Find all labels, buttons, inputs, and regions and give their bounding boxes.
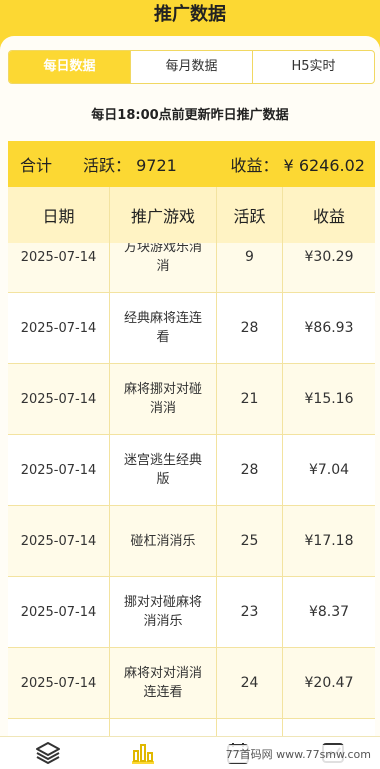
cell-game: 挪对对碰麻将 消消乐 (110, 577, 217, 647)
tab-monthly[interactable]: 每月数据 (131, 51, 253, 83)
table-row: 2025-07-14 迷宫逃生经典 版 28 ¥7.04 (8, 435, 375, 506)
cell-game: 碰杠消消乐 (110, 506, 217, 576)
cell-active: 28 (217, 435, 283, 505)
cell-date: 2025-07-14 (8, 577, 110, 647)
cell-revenue: ¥12.72 (283, 719, 375, 736)
table-row: 2025-07-14 碰杠消消乐 25 ¥17.18 (8, 506, 375, 577)
table-header: 日期 推广游戏 活跃 收益 (8, 187, 375, 243)
bar-chart-icon[interactable] (126, 740, 160, 766)
watermark: 77首码网 www.77smw.com (222, 745, 374, 763)
summary-revenue: 收益： ¥ 6246.02 (230, 156, 365, 175)
cell-active: 16 (217, 719, 283, 736)
cell-game: 麻将对对消消 连连看 (110, 648, 217, 718)
summary-total-label: 合计 (20, 156, 53, 175)
tab-bar: 每日数据 每月数据 H5实时 (8, 50, 375, 84)
cell-revenue: ¥17.18 (304, 532, 354, 549)
table-row: 2025-07-14 麻将对对消消 连连看 24 ¥20.47 (8, 648, 375, 719)
cell-revenue: ¥20.47 (304, 674, 354, 691)
cell-date: 2025-07-14 (8, 506, 110, 576)
table-row: 2025-07-14 挪对对碰麻将 消消乐 23 ¥8.37 (8, 577, 375, 648)
cell-active: 24 (217, 648, 283, 718)
cell-game: 迷宫逃生经典 版 (110, 435, 217, 505)
cell-date: 2025-07-14 (8, 364, 110, 434)
table-row: 2025-07-14挪对对消消乐 经典版游戏16¥12.72 (8, 719, 375, 736)
cell-game: 方块游戏乐消 消 (110, 243, 217, 292)
summary-bar: 合计 活跃： 9721 收益： ¥ 6246.02 (8, 141, 375, 187)
header-active: 活跃 (217, 187, 283, 243)
page: 推广数据 每日数据 每月数据 H5实时 每日18:00点前更新昨日推广数据 合计… (0, 0, 380, 769)
cell-active: 9 (217, 243, 283, 292)
cell-date: 2025-07-14 (8, 293, 110, 363)
update-notice: 每日18:00点前更新昨日推广数据 (91, 108, 289, 123)
cell-date: 2025-07-14 (8, 648, 110, 718)
cell-revenue: ¥7.04 (308, 461, 350, 478)
page-title: 推广数据 (154, 4, 226, 25)
table-body: 2025-07-14 方块游戏乐消 消 9 ¥30.29 2025-07-14 经典麻将连… (8, 243, 375, 736)
header-game: 推广游戏 (110, 187, 217, 243)
tab-daily[interactable]: 每日数据 (9, 51, 131, 83)
cell-revenue: ¥8.37 (308, 603, 350, 620)
table-row: 2025-07-14 麻将挪对对碰 消消 21 ¥15.16 (8, 364, 375, 435)
cell-date: 2025-07-14 (8, 719, 110, 736)
cell-active: 28 (217, 293, 283, 363)
table-row: 2025-07-14 方块游戏乐消 消 9 ¥30.29 (8, 243, 375, 293)
cell-date: 2025-07-14 (8, 243, 110, 292)
tab-h5-realtime[interactable]: H5实时 (253, 51, 374, 83)
header-revenue: 收益 (312, 207, 345, 226)
cell-game: 麻将挪对对碰 消消 (110, 364, 217, 434)
cell-active: 25 (217, 506, 283, 576)
cell-revenue: ¥30.29 (304, 248, 354, 265)
cell-revenue: ¥86.93 (304, 319, 354, 336)
cell-game: 挪对对消消乐 经典版游戏 (110, 719, 217, 736)
table-row: 2025-07-14 经典麻将连连 看 28 ¥86.93 (8, 293, 375, 364)
cell-date: 2025-07-14 (8, 435, 110, 505)
header-date: 日期 (8, 187, 110, 243)
cell-active: 21 (217, 364, 283, 434)
cell-revenue: ¥15.16 (304, 390, 354, 407)
cell-active: 23 (217, 577, 283, 647)
table-body-scroll[interactable]: 2025-07-14 方块游戏乐消 消 9 ¥30.29 2025-07-14 经典麻将连… (8, 243, 375, 736)
summary-active: 活跃： 9721 (83, 156, 177, 175)
content-card: 每日数据 每月数据 H5实时 每日18:00点前更新昨日推广数据 合计 活跃： … (0, 36, 380, 736)
cell-game: 经典麻将连连 看 (110, 293, 217, 363)
layers-icon[interactable] (31, 740, 65, 766)
